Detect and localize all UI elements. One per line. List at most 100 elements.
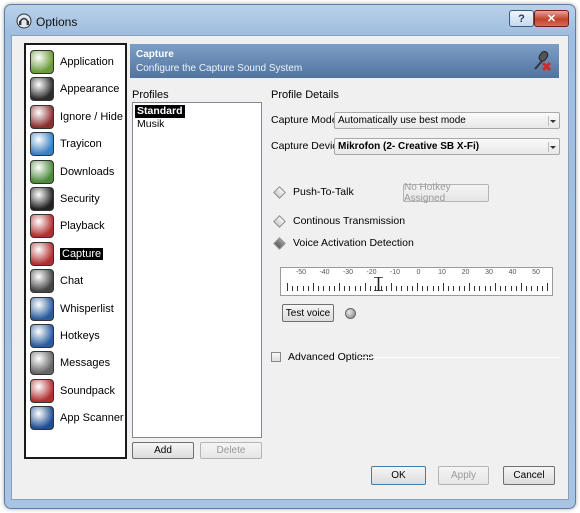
title-bar: Options ? ✕ bbox=[5, 5, 575, 33]
radio-continuous-transmission[interactable] bbox=[273, 214, 286, 228]
category-item-playback[interactable]: Playback bbox=[30, 213, 126, 239]
app-scanner-icon bbox=[30, 406, 54, 431]
slider-tick bbox=[365, 283, 366, 291]
capture-mode-label: Capture Mode: bbox=[271, 114, 341, 126]
slider-tick bbox=[380, 286, 382, 291]
voice-indicator-led bbox=[345, 308, 356, 319]
cancel-button[interactable]: Cancel bbox=[503, 466, 555, 485]
continuous-transmission-option[interactable]: Continous Transmission bbox=[273, 214, 405, 228]
slider-tick-label: -50 bbox=[295, 269, 307, 276]
help-button[interactable]: ? bbox=[509, 10, 534, 27]
slider-tick-label: -40 bbox=[319, 269, 330, 276]
ignore-hide-icon bbox=[30, 104, 54, 129]
slider-tick-label: 30 bbox=[485, 269, 493, 276]
category-item-application[interactable]: Application bbox=[30, 49, 126, 75]
slider-tick bbox=[344, 286, 346, 291]
messages-icon bbox=[30, 351, 54, 376]
slider-tick bbox=[396, 286, 398, 291]
radio-push-to-talk[interactable] bbox=[273, 185, 286, 199]
category-label: Playback bbox=[60, 220, 105, 233]
capture-device-select[interactable]: Mikrofon (2- Creative SB X-Fi) bbox=[334, 138, 560, 155]
slider-tick bbox=[521, 283, 522, 291]
slider-tick bbox=[302, 286, 304, 291]
slider-tick-label: 40 bbox=[508, 269, 517, 276]
trayicon-icon bbox=[30, 132, 54, 157]
category-item-downloads[interactable]: Downloads bbox=[30, 159, 126, 185]
slider-tick bbox=[287, 283, 288, 291]
category-item-appearance[interactable]: Appearance bbox=[30, 76, 126, 102]
slider-tick bbox=[328, 286, 330, 291]
push-to-talk-option[interactable]: Push-To-Talk bbox=[273, 185, 354, 199]
category-label: Messages bbox=[60, 357, 111, 370]
window-title: Options bbox=[36, 15, 78, 29]
playback-icon bbox=[30, 214, 54, 239]
slider-tick bbox=[297, 286, 299, 291]
slider-tick bbox=[432, 286, 434, 291]
slider-tick bbox=[463, 286, 465, 291]
slider-tick bbox=[323, 286, 325, 291]
slider-tick bbox=[510, 286, 512, 291]
category-list: Application Appearance Ignore / Hide Trayic… bbox=[24, 43, 127, 459]
slider-tick bbox=[458, 286, 460, 291]
delete-profile-button[interactable]: Delete bbox=[200, 442, 262, 459]
close-button[interactable]: ✕ bbox=[534, 10, 569, 27]
slider-tick bbox=[401, 286, 403, 291]
ok-button[interactable]: OK bbox=[371, 466, 426, 485]
profiles-list[interactable]: Standard Musik bbox=[132, 102, 262, 438]
slider-tick bbox=[292, 286, 294, 291]
slider-tick bbox=[469, 283, 470, 291]
options-window: Options ? ✕ Application Appearance Ignore … bbox=[4, 4, 576, 509]
slider-tick bbox=[427, 286, 429, 291]
category-item-whisperlist[interactable]: Whisperlist bbox=[30, 296, 126, 322]
category-label: Capture bbox=[60, 247, 104, 260]
hotkey-button[interactable]: No Hotkey Assigned bbox=[403, 182, 489, 204]
capture-device-value: Mikrofon (2- Creative SB X-Fi) bbox=[338, 141, 480, 152]
category-label: Whisperlist bbox=[60, 302, 114, 315]
slider-tick bbox=[375, 286, 377, 291]
category-item-messages[interactable]: Messages bbox=[30, 350, 126, 376]
slider-tick bbox=[411, 286, 413, 291]
voice-activation-slider[interactable]: -50 -40 -30 -20 -10 0 10 20 30 40 50 bbox=[280, 267, 553, 296]
slider-tick bbox=[500, 286, 502, 291]
category-item-hotkeys[interactable]: Hotkeys bbox=[30, 323, 126, 349]
profile-item-standard[interactable]: Standard bbox=[135, 105, 185, 118]
category-label: Trayicon bbox=[60, 138, 102, 151]
slider-tick bbox=[443, 283, 444, 291]
category-item-app-scanner[interactable]: App Scanner bbox=[30, 405, 126, 431]
slider-tick bbox=[448, 286, 450, 291]
slider-tick bbox=[370, 286, 372, 291]
category-item-capture[interactable]: Capture bbox=[30, 241, 126, 267]
voice-activation-option[interactable]: Voice Activation Detection bbox=[273, 236, 414, 250]
capture-mode-select[interactable]: Automatically use best mode bbox=[334, 112, 560, 129]
security-icon bbox=[30, 187, 54, 211]
profile-details-heading: Profile Details bbox=[271, 89, 339, 101]
category-label: Hotkeys bbox=[60, 330, 100, 342]
apply-button[interactable]: Apply bbox=[438, 466, 489, 485]
category-item-chat[interactable]: Chat bbox=[30, 268, 126, 294]
hotkeys-icon bbox=[30, 324, 54, 348]
push-to-talk-label: Push-To-Talk bbox=[293, 186, 354, 198]
category-label: Chat bbox=[60, 275, 84, 288]
slider-tick bbox=[495, 283, 496, 291]
profile-item-musik[interactable]: Musik bbox=[135, 118, 166, 131]
profiles-heading: Profiles bbox=[132, 89, 169, 101]
advanced-options-checkbox[interactable] bbox=[271, 352, 281, 362]
slider-tick bbox=[385, 286, 387, 291]
section-banner: Capture Configure the Capture Sound Syst… bbox=[130, 44, 559, 78]
slider-tick bbox=[354, 286, 356, 291]
test-voice-button[interactable]: Test voice bbox=[282, 304, 334, 322]
category-label: Downloads bbox=[60, 165, 115, 178]
downloads-icon bbox=[30, 159, 54, 184]
category-item-trayicon[interactable]: Trayicon bbox=[30, 131, 126, 157]
slider-tick bbox=[489, 286, 491, 291]
slider-tick bbox=[406, 286, 408, 291]
category-item-ignore-hide[interactable]: Ignore / Hide bbox=[30, 104, 126, 130]
category-item-security[interactable]: Security bbox=[30, 186, 126, 212]
category-item-soundpack[interactable]: Soundpack bbox=[30, 378, 126, 404]
slider-tick-label: -20 bbox=[366, 269, 377, 276]
radio-voice-activation[interactable] bbox=[273, 236, 286, 250]
add-profile-button[interactable]: Add bbox=[132, 442, 194, 459]
slider-tick bbox=[526, 286, 528, 291]
slider-tick bbox=[359, 286, 361, 291]
capture-mode-value: Automatically use best mode bbox=[338, 115, 466, 126]
